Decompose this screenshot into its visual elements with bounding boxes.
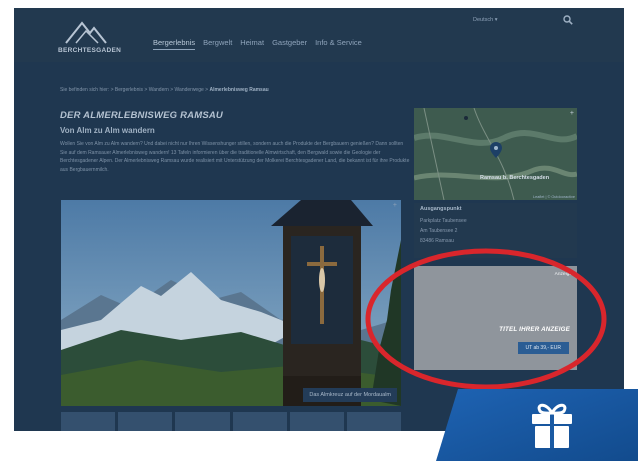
location-map[interactable]: + Ramsau b. Berchtesgaden Leaflet | © Ou…	[414, 108, 577, 200]
main-nav: Bergerlebnis Bergwelt Heimat Gastgeber I…	[153, 38, 370, 50]
language-select[interactable]: Deutsch ▾	[473, 17, 497, 23]
thumbnail[interactable]	[175, 412, 230, 431]
thumbnail[interactable]	[346, 412, 402, 431]
nav-item-bergerlebnis[interactable]: Bergerlebnis	[153, 38, 196, 50]
thumbnail-strip	[61, 412, 402, 431]
nav-item-info-service[interactable]: Info & Service	[315, 38, 362, 50]
page-title: DER ALMERLEBNISWEG RAMSAU	[60, 110, 223, 121]
logo-text: BERCHTESGADEN	[58, 47, 122, 54]
breadcrumb-item-wanderwege[interactable]: Wanderwege	[175, 87, 204, 93]
article-text: Wollen Sie von Alm zu Alm wandern? Und d…	[60, 141, 410, 173]
hero-photo[interactable]: + Das Almkreuz auf der Mordaualm	[61, 200, 401, 406]
nav-item-bergwelt[interactable]: Bergwelt	[203, 38, 232, 50]
breadcrumb-prefix: Sie befinden sich hier:	[60, 87, 110, 93]
address-line: 83486 Ramsau	[420, 238, 454, 244]
breadcrumb: Sie befinden sich hier: > Bergerlebnis >…	[60, 87, 269, 93]
gift-icon[interactable]	[528, 398, 576, 450]
thumbnail[interactable]	[118, 412, 173, 431]
map-attribution[interactable]: Leaflet | © Outdooractive	[533, 195, 575, 199]
nav-item-heimat[interactable]: Heimat	[240, 38, 264, 50]
map-zoom-in-icon[interactable]: +	[570, 110, 574, 117]
wayside-cross-photo	[61, 200, 401, 406]
map-label: Ramsau b. Berchtesgaden	[480, 175, 550, 181]
page-subtitle: Von Alm zu Alm wandern	[60, 126, 155, 135]
breadcrumb-item-bergerlebnis[interactable]: Bergerlebnis	[115, 87, 143, 93]
breadcrumb-item-wandern[interactable]: Wandern	[149, 87, 169, 93]
berchtesgaden-logo[interactable]: BERCHTESGADEN	[58, 19, 128, 57]
breadcrumb-current: Almerlebnisweg Ramsau	[209, 87, 269, 93]
map-marker-icon[interactable]	[490, 142, 502, 158]
address-line: Am Taubensee 2	[420, 228, 458, 234]
site-header: BERCHTESGADEN Bergerlebnis Bergwelt Heim…	[14, 8, 624, 62]
logo-mountain-icon	[65, 21, 107, 44]
address-line: Parkplatz Taubensee	[420, 218, 467, 224]
thumbnail[interactable]	[289, 412, 344, 431]
start-point-title: Ausgangspunkt	[420, 206, 462, 212]
thumbnail[interactable]	[232, 412, 287, 431]
nav-item-gastgeber[interactable]: Gastgeber	[272, 38, 307, 50]
highlight-oval	[365, 248, 607, 390]
search-icon[interactable]	[563, 15, 573, 25]
thumbnail[interactable]	[61, 412, 116, 431]
expand-icon[interactable]: +	[393, 202, 397, 209]
